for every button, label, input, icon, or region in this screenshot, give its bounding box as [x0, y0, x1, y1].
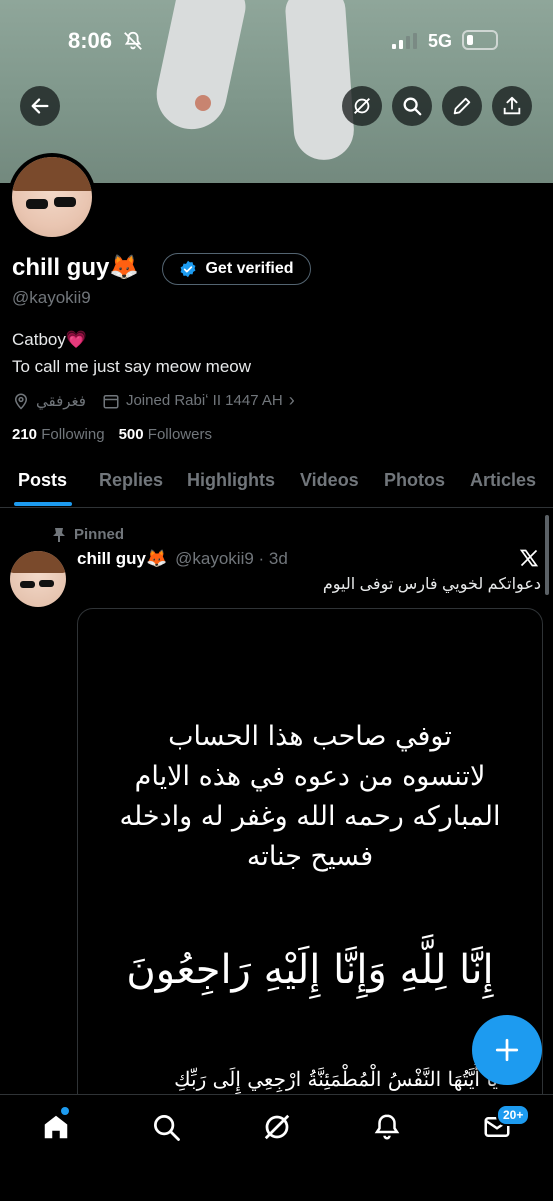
tab-posts[interactable]: Posts [18, 470, 67, 491]
image-line: لاتنسوه من دعوه في هذه الايام [134, 761, 486, 792]
edit-button[interactable] [442, 86, 482, 126]
search-button[interactable] [392, 86, 432, 126]
share-icon [503, 96, 521, 115]
bottom-nav [0, 1094, 553, 1201]
messages-badge: 20+ [496, 1104, 531, 1126]
tab-videos[interactable]: Videos [300, 470, 359, 491]
tab-highlights[interactable]: Highlights [187, 470, 275, 491]
home-notification-dot [61, 1107, 69, 1115]
profile-avatar[interactable] [8, 153, 96, 241]
bell-icon[interactable] [372, 1112, 402, 1142]
post-author-name[interactable]: chill guy🦊 [77, 549, 167, 569]
search-icon [403, 97, 422, 116]
image-line: توفي صاحب هذا الحساب [168, 721, 452, 752]
display-name-text: chill guy [12, 254, 110, 281]
heart-emoji: 💗 [65, 330, 88, 349]
chevron-right-icon: › [288, 390, 295, 410]
get-verified-button[interactable]: Get verified [162, 253, 311, 285]
following-link[interactable]: 210 Following [12, 426, 105, 443]
following-count: 210 [12, 426, 38, 443]
post-image[interactable]: توفي صاحب هذا الحساب لاتنسوه من دعوه في … [77, 608, 543, 1110]
post-author-avatar[interactable] [10, 551, 66, 607]
banner-paw-pad [195, 95, 211, 111]
active-tab-indicator [14, 502, 72, 506]
bio-line-1: Catboy💗 [12, 330, 87, 350]
search-nav-icon[interactable] [151, 1112, 181, 1142]
post-handle-time: @kayokii9 · 3d [175, 549, 288, 568]
post-text: دعواتكم لخويي فارس توفى اليوم [322, 576, 541, 593]
followers-count: 500 [118, 426, 144, 443]
post-fox-emoji: 🦊 [145, 549, 168, 568]
followers-link[interactable]: 500 Followers [119, 426, 212, 443]
x-logo-icon[interactable] [519, 548, 539, 568]
grok-icon [354, 98, 370, 114]
tab-articles[interactable]: Articles [470, 470, 536, 491]
network-label: 5G [428, 31, 453, 51]
share-button[interactable] [492, 86, 532, 126]
following-label: Following [41, 426, 105, 443]
pencil-icon [453, 97, 471, 115]
grok-nav-icon[interactable] [262, 1112, 292, 1142]
bio-text: Catboy [12, 330, 66, 349]
status-time: 8:06 [68, 28, 113, 53]
joined-date[interactable]: Joined Rabiʻ II 1447 AH [126, 392, 283, 409]
tabs-divider [0, 507, 553, 508]
display-name: chill guy🦊 [12, 253, 139, 282]
image-line: المباركه رحمه الله وغفر له وادخله [119, 801, 501, 832]
location-text: فغرفقي [36, 392, 86, 410]
followers-label: Followers [147, 426, 212, 443]
signal-icon [392, 33, 417, 49]
banner-cat-leg [284, 0, 356, 162]
bio-line-2: To call me just say meow meow [12, 357, 252, 376]
post-header: chill guy🦊 @kayokii9 · 3d [77, 549, 288, 569]
get-verified-label: Get verified [205, 260, 294, 277]
back-button[interactable] [20, 86, 60, 126]
image-verse-2: يَا أَيَّتُهَا النَّفْسُ الْمُطْمَئِنَّة… [174, 1067, 498, 1091]
arrow-left-icon [31, 98, 49, 114]
calendar-icon [103, 394, 119, 408]
plus-icon [495, 1038, 519, 1062]
pinned-label: Pinned [52, 526, 124, 543]
profile-meta: فغرفقي Joined Rabiʻ II 1447 AH › [12, 390, 295, 411]
image-verse: إِنَّا لِلَّهِ وَإِنَّا إِلَيْهِ رَاجِعُ… [126, 947, 494, 993]
verified-badge-icon [181, 260, 196, 278]
grok-button[interactable] [342, 86, 382, 126]
profile-handle: @kayokii9 [12, 288, 91, 307]
silent-bell-icon [124, 31, 142, 50]
scrollbar-thumb[interactable] [545, 515, 549, 595]
follow-stats: 210 Following 500 Followers [12, 426, 212, 443]
image-text-block: توفي صاحب هذا الحساب لاتنسوه من دعوه في … [78, 717, 542, 877]
tab-photos[interactable]: Photos [384, 470, 445, 491]
fox-emoji: 🦊 [109, 254, 140, 281]
compose-button[interactable] [472, 1015, 542, 1085]
pin-icon [53, 527, 65, 542]
image-line: فسيح جناته [246, 841, 374, 872]
battery-icon [462, 30, 498, 50]
home-icon[interactable] [41, 1112, 71, 1142]
tab-replies[interactable]: Replies [99, 470, 163, 491]
pinned-text: Pinned [74, 526, 125, 543]
post-author-text: chill guy [77, 549, 146, 568]
banner-cat-leg [150, 0, 250, 136]
location-pin-icon [14, 393, 28, 410]
